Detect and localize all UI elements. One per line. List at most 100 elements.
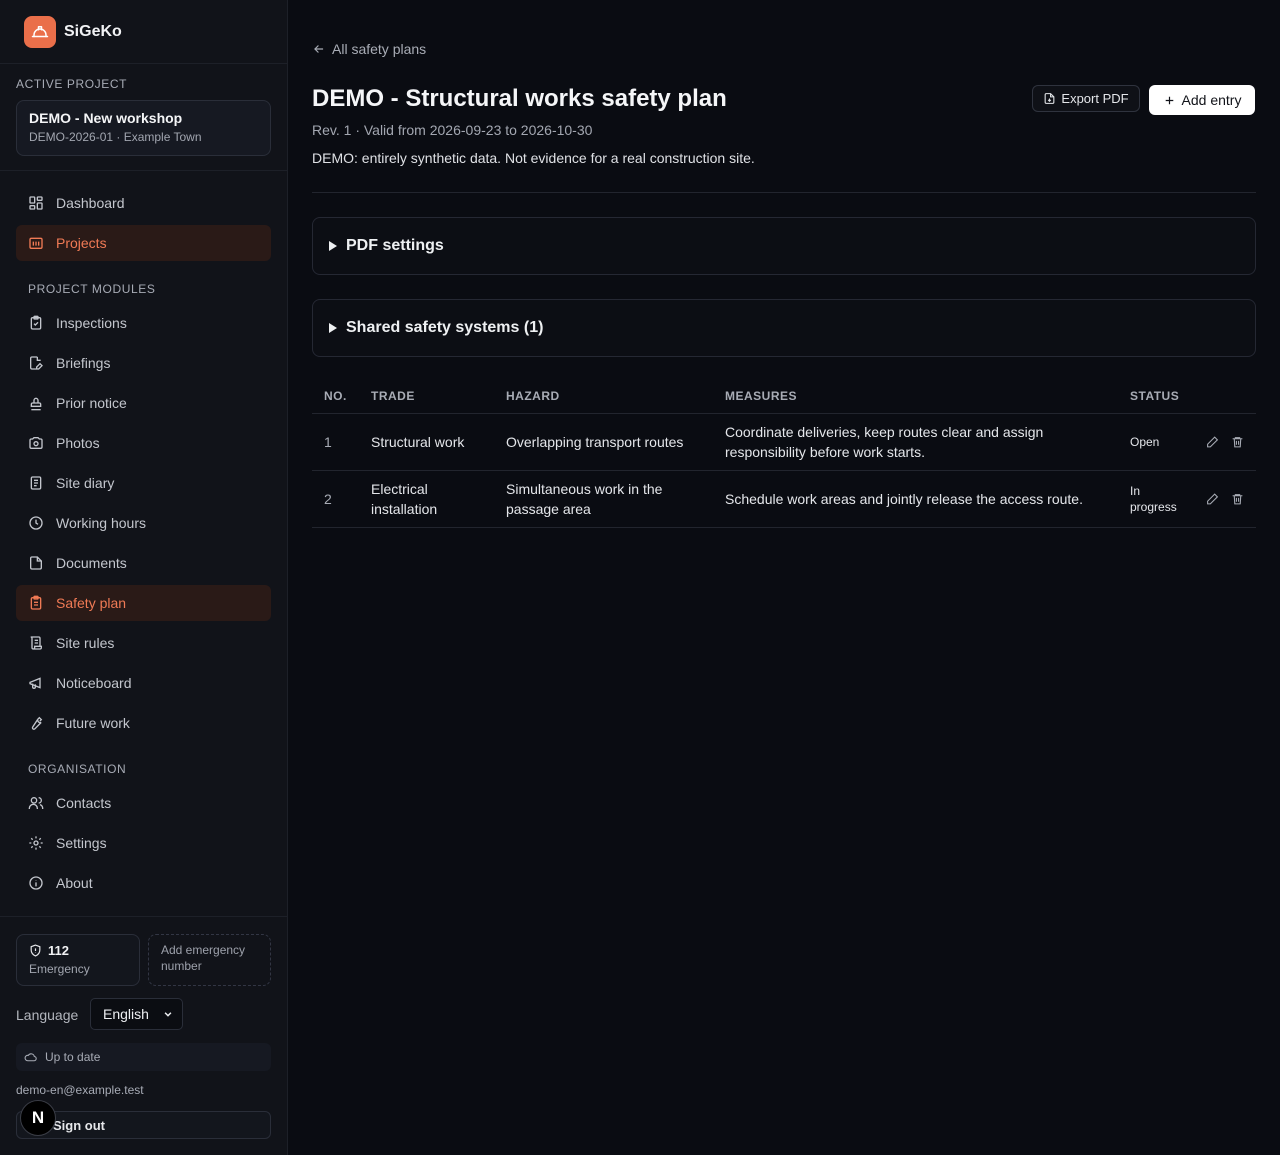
project-name: DEMO - New workshop (29, 110, 183, 126)
cell-actions (1194, 413, 1256, 471)
disclosure-triangle-icon (329, 241, 337, 251)
clock-icon (29, 516, 43, 530)
divider (0, 63, 287, 64)
hard-hat-icon (24, 16, 56, 48)
megaphone-icon (29, 677, 41, 689)
nav-label: Inspections (56, 315, 127, 331)
section-label: PDF settings (346, 237, 444, 254)
nav-item-site-diary[interactable]: Site diary (16, 465, 271, 501)
active-project-card[interactable]: DEMO - New workshop DEMO-2026-01 · Examp… (16, 100, 271, 156)
nav-item-projects[interactable]: Projects (16, 225, 271, 261)
trash-icon[interactable] (1231, 492, 1244, 506)
nav-item-future-work[interactable]: Future work (16, 705, 271, 741)
nav-item-documents[interactable]: Documents (16, 545, 271, 581)
cell-measures: Coordinate deliveries, keep routes clear… (713, 413, 1118, 471)
pencil-icon[interactable] (1206, 492, 1219, 506)
nav-label: Prior notice (56, 395, 127, 411)
document-icon (30, 556, 42, 570)
nav-label: Contacts (56, 795, 112, 811)
nav-item-prior-notice[interactable]: Prior notice (16, 385, 271, 421)
nav-item-noticeboard[interactable]: Noticeboard (16, 665, 271, 701)
nav-item-working-hours[interactable]: Working hours (16, 505, 271, 541)
hazard-table: NO. TRADE HAZARD MEASURES STATUS 1 Struc… (312, 380, 1256, 528)
add-emergency-number-button[interactable]: Add emergency number (148, 934, 271, 986)
column-header-measures: MEASURES (713, 380, 1118, 414)
file-edit-icon (30, 356, 43, 370)
nav-label: Site rules (56, 635, 115, 651)
export-pdf-button[interactable]: Export PDF (1032, 85, 1140, 112)
nav-label: Noticeboard (56, 675, 132, 691)
shield-icon (30, 944, 41, 957)
projects-icon (29, 237, 43, 249)
emergency-number: 112 (48, 943, 69, 958)
arrow-left-icon (314, 45, 324, 53)
cell-actions (1194, 470, 1256, 528)
divider (312, 192, 1256, 193)
export-pdf-label: Export PDF (1061, 91, 1129, 106)
file-download-icon (1045, 93, 1055, 104)
cell-hazard: Simultaneous work in the passage area (494, 470, 713, 528)
add-entry-button[interactable]: Add entry (1149, 85, 1255, 115)
dev-badge[interactable]: N (20, 1100, 56, 1136)
wrench-icon (31, 716, 43, 730)
sidebar: SiGeKo ACTIVE PROJECT DEMO - New worksho… (0, 0, 288, 1155)
dashboard-icon (29, 196, 43, 210)
nav-label: Working hours (56, 515, 147, 531)
nav-item-settings[interactable]: Settings (16, 825, 271, 861)
trash-icon[interactable] (1231, 435, 1244, 449)
nav-item-about[interactable]: About (16, 865, 271, 901)
disclosure-triangle-icon (329, 323, 337, 333)
users-icon (28, 797, 44, 809)
clipboard-check-icon (30, 315, 42, 330)
clipboard-list-icon (30, 595, 42, 610)
nav-item-contacts[interactable]: Contacts (16, 785, 271, 821)
back-link-label: All safety plans (332, 41, 427, 57)
info-icon (29, 876, 43, 890)
nav-label: Briefings (56, 355, 111, 371)
cell-hazard: Overlapping transport routes (494, 413, 713, 471)
pencil-icon[interactable] (1206, 435, 1219, 449)
divider (0, 170, 287, 171)
nav-label: About (56, 875, 93, 891)
section-label: Shared safety systems (1) (346, 319, 544, 336)
nav-label: Dashboard (56, 195, 125, 211)
user-email: demo-en@example.test (16, 1083, 144, 1097)
column-header-trade: TRADE (359, 380, 494, 414)
sync-status: Up to date (16, 1043, 271, 1071)
column-header-actions (1194, 380, 1256, 414)
emergency-card[interactable]: 112 Emergency (16, 934, 140, 986)
nav-item-dashboard[interactable]: Dashboard (16, 185, 271, 221)
plan-meta: Rev. 1 · Valid from 2026-09-23 to 2026-1… (312, 122, 593, 138)
brand[interactable]: SiGeKo (24, 16, 122, 48)
table-header-row: NO. TRADE HAZARD MEASURES STATUS (312, 380, 1256, 414)
emergency-label: Emergency (29, 962, 90, 976)
language-label: Language (16, 1007, 79, 1023)
organisation-label: ORGANISATION (28, 762, 127, 776)
cloud-icon (24, 1052, 37, 1061)
chevron-down-icon (164, 1012, 172, 1017)
project-modules-label: PROJECT MODULES (28, 282, 156, 296)
plus-icon (1165, 96, 1173, 104)
divider (0, 916, 287, 917)
pdf-settings-section[interactable]: PDF settings (312, 217, 1256, 275)
language-select[interactable]: English (90, 998, 183, 1030)
nav-item-inspections[interactable]: Inspections (16, 305, 271, 341)
gear-icon (29, 836, 43, 850)
column-header-no: NO. (312, 380, 359, 414)
nav-item-photos[interactable]: Photos (16, 425, 271, 461)
nav-label: Projects (56, 235, 107, 251)
column-header-status: STATUS (1118, 380, 1194, 414)
cell-status: Open (1118, 413, 1194, 471)
shared-safety-systems-section[interactable]: Shared safety systems (1) (312, 299, 1256, 357)
app-name: SiGeKo (64, 23, 122, 40)
active-project-label: ACTIVE PROJECT (16, 77, 128, 91)
project-meta: DEMO-2026-01 · Example Town (29, 130, 202, 144)
nav-item-briefings[interactable]: Briefings (16, 345, 271, 381)
stamp-icon (30, 397, 42, 411)
back-link[interactable]: All safety plans (312, 41, 426, 57)
nav-label: Site diary (56, 475, 115, 491)
camera-icon (29, 437, 43, 449)
nav-item-safety-plan[interactable]: Safety plan (16, 585, 271, 621)
nav-item-site-rules[interactable]: Site rules (16, 625, 271, 661)
language-value: English (103, 1006, 149, 1022)
